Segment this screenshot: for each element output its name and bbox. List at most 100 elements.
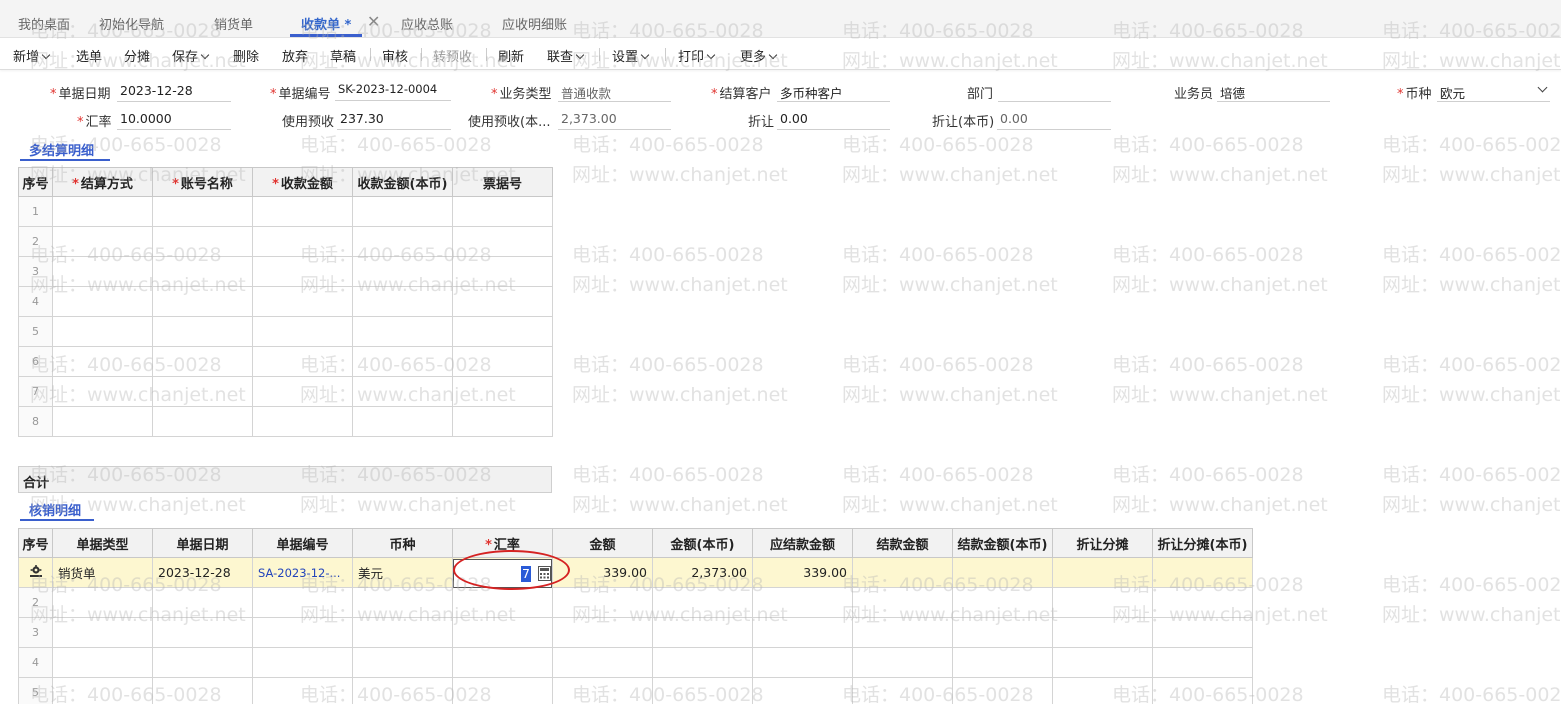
table-cell[interactable] bbox=[652, 677, 753, 704]
col-header-settle[interactable]: 结款金额 bbox=[852, 528, 953, 558]
table-cell[interactable] bbox=[252, 286, 353, 317]
table-cell[interactable] bbox=[152, 226, 253, 257]
table-cell[interactable] bbox=[352, 617, 453, 648]
table-cell[interactable] bbox=[252, 226, 353, 257]
col-header-doc-no[interactable]: 单据编号 bbox=[252, 528, 353, 558]
table-cell[interactable] bbox=[652, 647, 753, 678]
table-cell[interactable] bbox=[952, 647, 1053, 678]
table-cell[interactable] bbox=[252, 677, 353, 704]
tab-receivable-detail[interactable]: 应收明细账 bbox=[502, 14, 567, 36]
table-cell[interactable] bbox=[1152, 587, 1253, 618]
discount-field[interactable]: 0.00 bbox=[777, 108, 890, 130]
to-prepay-button[interactable]: 转预收 bbox=[433, 46, 472, 65]
customer-field[interactable]: 多币种客户 bbox=[777, 80, 890, 102]
settlement-section-title[interactable]: 多结算明细 bbox=[29, 140, 94, 159]
table-row[interactable]: 4 bbox=[18, 286, 553, 317]
table-cell[interactable] bbox=[252, 196, 353, 227]
table-cell[interactable] bbox=[52, 677, 153, 704]
table-cell[interactable] bbox=[952, 617, 1053, 648]
table-cell[interactable] bbox=[452, 286, 553, 317]
doc-type-cell[interactable]: 销货单 bbox=[52, 557, 153, 588]
table-cell[interactable] bbox=[152, 376, 253, 407]
draft-button[interactable]: 草稿 bbox=[330, 46, 356, 65]
table-cell[interactable] bbox=[352, 406, 453, 437]
col-header-amount[interactable]: 金额 bbox=[552, 528, 653, 558]
table-row[interactable]: 8 bbox=[18, 406, 553, 437]
col-header-doc-type[interactable]: 单据类型 bbox=[52, 528, 153, 558]
table-cell[interactable] bbox=[152, 677, 253, 704]
table-row[interactable]: 2 bbox=[18, 587, 1253, 618]
table-cell[interactable] bbox=[152, 346, 253, 377]
col-header-settle-local[interactable]: 结款金额(本币) bbox=[952, 528, 1053, 558]
col-header-amount[interactable]: * 收款金额 bbox=[252, 167, 353, 197]
discard-button[interactable]: 放弃 bbox=[282, 46, 308, 65]
table-cell[interactable] bbox=[452, 677, 553, 704]
table-cell[interactable] bbox=[1152, 617, 1253, 648]
refresh-button[interactable]: 刷新 bbox=[498, 46, 524, 65]
close-icon[interactable]: ✕ bbox=[367, 12, 380, 31]
table-cell[interactable] bbox=[352, 647, 453, 678]
table-cell[interactable] bbox=[152, 316, 253, 347]
table-cell[interactable] bbox=[252, 316, 353, 347]
table-cell[interactable] bbox=[52, 256, 153, 287]
doc-date-field[interactable]: 2023-12-28 bbox=[117, 80, 231, 102]
table-cell[interactable] bbox=[52, 196, 153, 227]
table-cell[interactable] bbox=[52, 376, 153, 407]
amount-local-cell[interactable]: 2,373.00 bbox=[652, 557, 753, 588]
table-cell[interactable] bbox=[152, 286, 253, 317]
table-row[interactable]: 5 bbox=[18, 677, 1253, 704]
table-cell[interactable] bbox=[252, 256, 353, 287]
table-cell[interactable] bbox=[452, 647, 553, 678]
table-cell[interactable] bbox=[252, 406, 353, 437]
table-cell[interactable] bbox=[752, 647, 853, 678]
table-cell[interactable] bbox=[852, 677, 953, 704]
table-row[interactable]: 3 bbox=[18, 256, 553, 287]
table-cell[interactable] bbox=[452, 406, 553, 437]
table-cell[interactable] bbox=[852, 587, 953, 618]
save-button[interactable]: 保存 bbox=[172, 46, 210, 65]
col-header-currency[interactable]: 币种 bbox=[352, 528, 453, 558]
table-cell[interactable] bbox=[452, 196, 553, 227]
table-cell[interactable] bbox=[952, 677, 1053, 704]
table-cell[interactable] bbox=[952, 587, 1053, 618]
table-cell[interactable] bbox=[52, 316, 153, 347]
tab-receivable-ledger[interactable]: 应收总账 bbox=[401, 14, 453, 36]
doc-no-field[interactable]: SK-2023-12-0004 bbox=[335, 79, 451, 101]
settle-cell[interactable] bbox=[852, 557, 953, 588]
table-cell[interactable] bbox=[752, 617, 853, 648]
more-button[interactable]: 更多 bbox=[740, 46, 778, 65]
table-cell[interactable] bbox=[452, 587, 553, 618]
audit-button[interactable]: 审核 bbox=[382, 46, 408, 65]
table-cell[interactable] bbox=[652, 587, 753, 618]
table-cell[interactable] bbox=[52, 346, 153, 377]
delete-button[interactable]: 删除 bbox=[233, 46, 259, 65]
table-cell[interactable] bbox=[352, 316, 453, 347]
doc-date-cell[interactable]: 2023-12-28 bbox=[152, 557, 253, 588]
doc-no-link[interactable]: SA-2023-12-... bbox=[252, 557, 353, 588]
table-cell[interactable] bbox=[552, 587, 653, 618]
tab-my-desktop[interactable]: 我的桌面 bbox=[18, 14, 70, 36]
table-cell[interactable] bbox=[452, 316, 553, 347]
table-cell[interactable] bbox=[1152, 647, 1253, 678]
table-cell[interactable] bbox=[352, 587, 453, 618]
table-cell[interactable] bbox=[52, 647, 153, 678]
col-header-doc-date[interactable]: 单据日期 bbox=[152, 528, 253, 558]
table-cell[interactable] bbox=[852, 647, 953, 678]
writeoff-section-title[interactable]: 核销明细 bbox=[29, 500, 81, 519]
col-header-amount-local[interactable]: 金额(本币) bbox=[652, 528, 753, 558]
table-cell[interactable] bbox=[52, 617, 153, 648]
due-cell[interactable]: 339.00 bbox=[752, 557, 853, 588]
table-cell[interactable] bbox=[252, 647, 353, 678]
currency-select[interactable]: 欧元 bbox=[1437, 80, 1550, 102]
table-cell[interactable] bbox=[52, 587, 153, 618]
use-prepay-field[interactable]: 237.30 bbox=[337, 108, 451, 130]
table-cell[interactable] bbox=[252, 587, 353, 618]
table-cell[interactable] bbox=[152, 406, 253, 437]
table-row[interactable]: 7 bbox=[18, 376, 553, 407]
table-cell[interactable] bbox=[1052, 677, 1153, 704]
table-cell[interactable] bbox=[52, 406, 153, 437]
table-cell[interactable] bbox=[552, 647, 653, 678]
table-row[interactable]: 6 bbox=[18, 346, 553, 377]
table-row[interactable]: 5 bbox=[18, 316, 553, 347]
currency-cell[interactable]: 美元 bbox=[352, 557, 453, 588]
